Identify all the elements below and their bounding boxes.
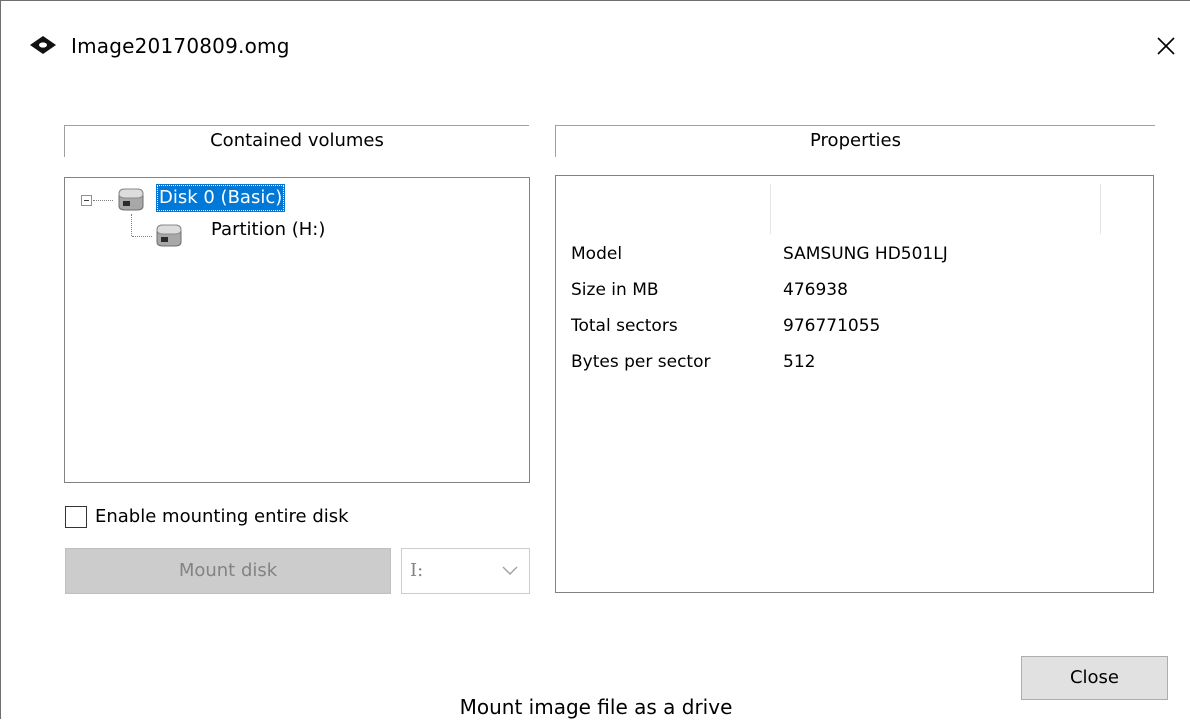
tree-item-disk-0[interactable]: Disk 0 (Basic): [156, 184, 286, 212]
tree-connector: [132, 236, 152, 237]
chevron-down-icon: [502, 566, 518, 575]
property-value: SAMSUNG HD501LJ: [783, 244, 948, 264]
caption: Mount image file as a drive: [459, 695, 733, 719]
property-key: Model: [571, 244, 623, 264]
mount-disk-label: Mount disk: [178, 560, 278, 581]
enable-mount-checkbox[interactable]: [65, 506, 87, 528]
tree-item-partition-h[interactable]: Partition (H:): [211, 216, 325, 244]
contained-volumes-header: Contained volumes: [64, 125, 529, 157]
collapse-toggle[interactable]: [81, 195, 92, 206]
close-button-label: Close: [1069, 667, 1120, 688]
disk-image-icon: [30, 36, 56, 54]
enable-mount-label[interactable]: Enable mounting entire disk: [95, 504, 349, 530]
title-bar: Image20170809.omg: [1, 1, 1189, 91]
hard-disk-icon: [118, 188, 144, 211]
property-key: Size in MB: [571, 280, 659, 300]
column-divider: [770, 184, 771, 234]
properties-list: Model SAMSUNG HD501LJ Size in MB 476938 …: [555, 175, 1154, 593]
mount-disk-button[interactable]: Mount disk: [65, 548, 391, 594]
property-key: Bytes per sector: [571, 352, 711, 372]
property-value: 976771055: [783, 316, 881, 336]
window-title: Image20170809.omg: [71, 34, 290, 58]
property-key: Total sectors: [571, 316, 678, 336]
drive-letter-select[interactable]: I:: [401, 548, 530, 594]
hard-disk-icon: [156, 224, 182, 247]
drive-letter-value: I:: [410, 560, 424, 581]
properties-header: Properties: [555, 125, 1155, 157]
property-value: 512: [783, 352, 816, 372]
tree-connector: [93, 200, 113, 201]
property-value: 476938: [783, 280, 848, 300]
mount-image-dialog: Image20170809.omg Contained volumes Disk…: [0, 0, 1190, 719]
tree-connector: [131, 214, 132, 236]
column-divider: [1100, 184, 1101, 234]
close-icon[interactable]: [1154, 34, 1178, 58]
volume-tree[interactable]: Disk 0 (Basic) Partition (H:): [64, 177, 530, 483]
